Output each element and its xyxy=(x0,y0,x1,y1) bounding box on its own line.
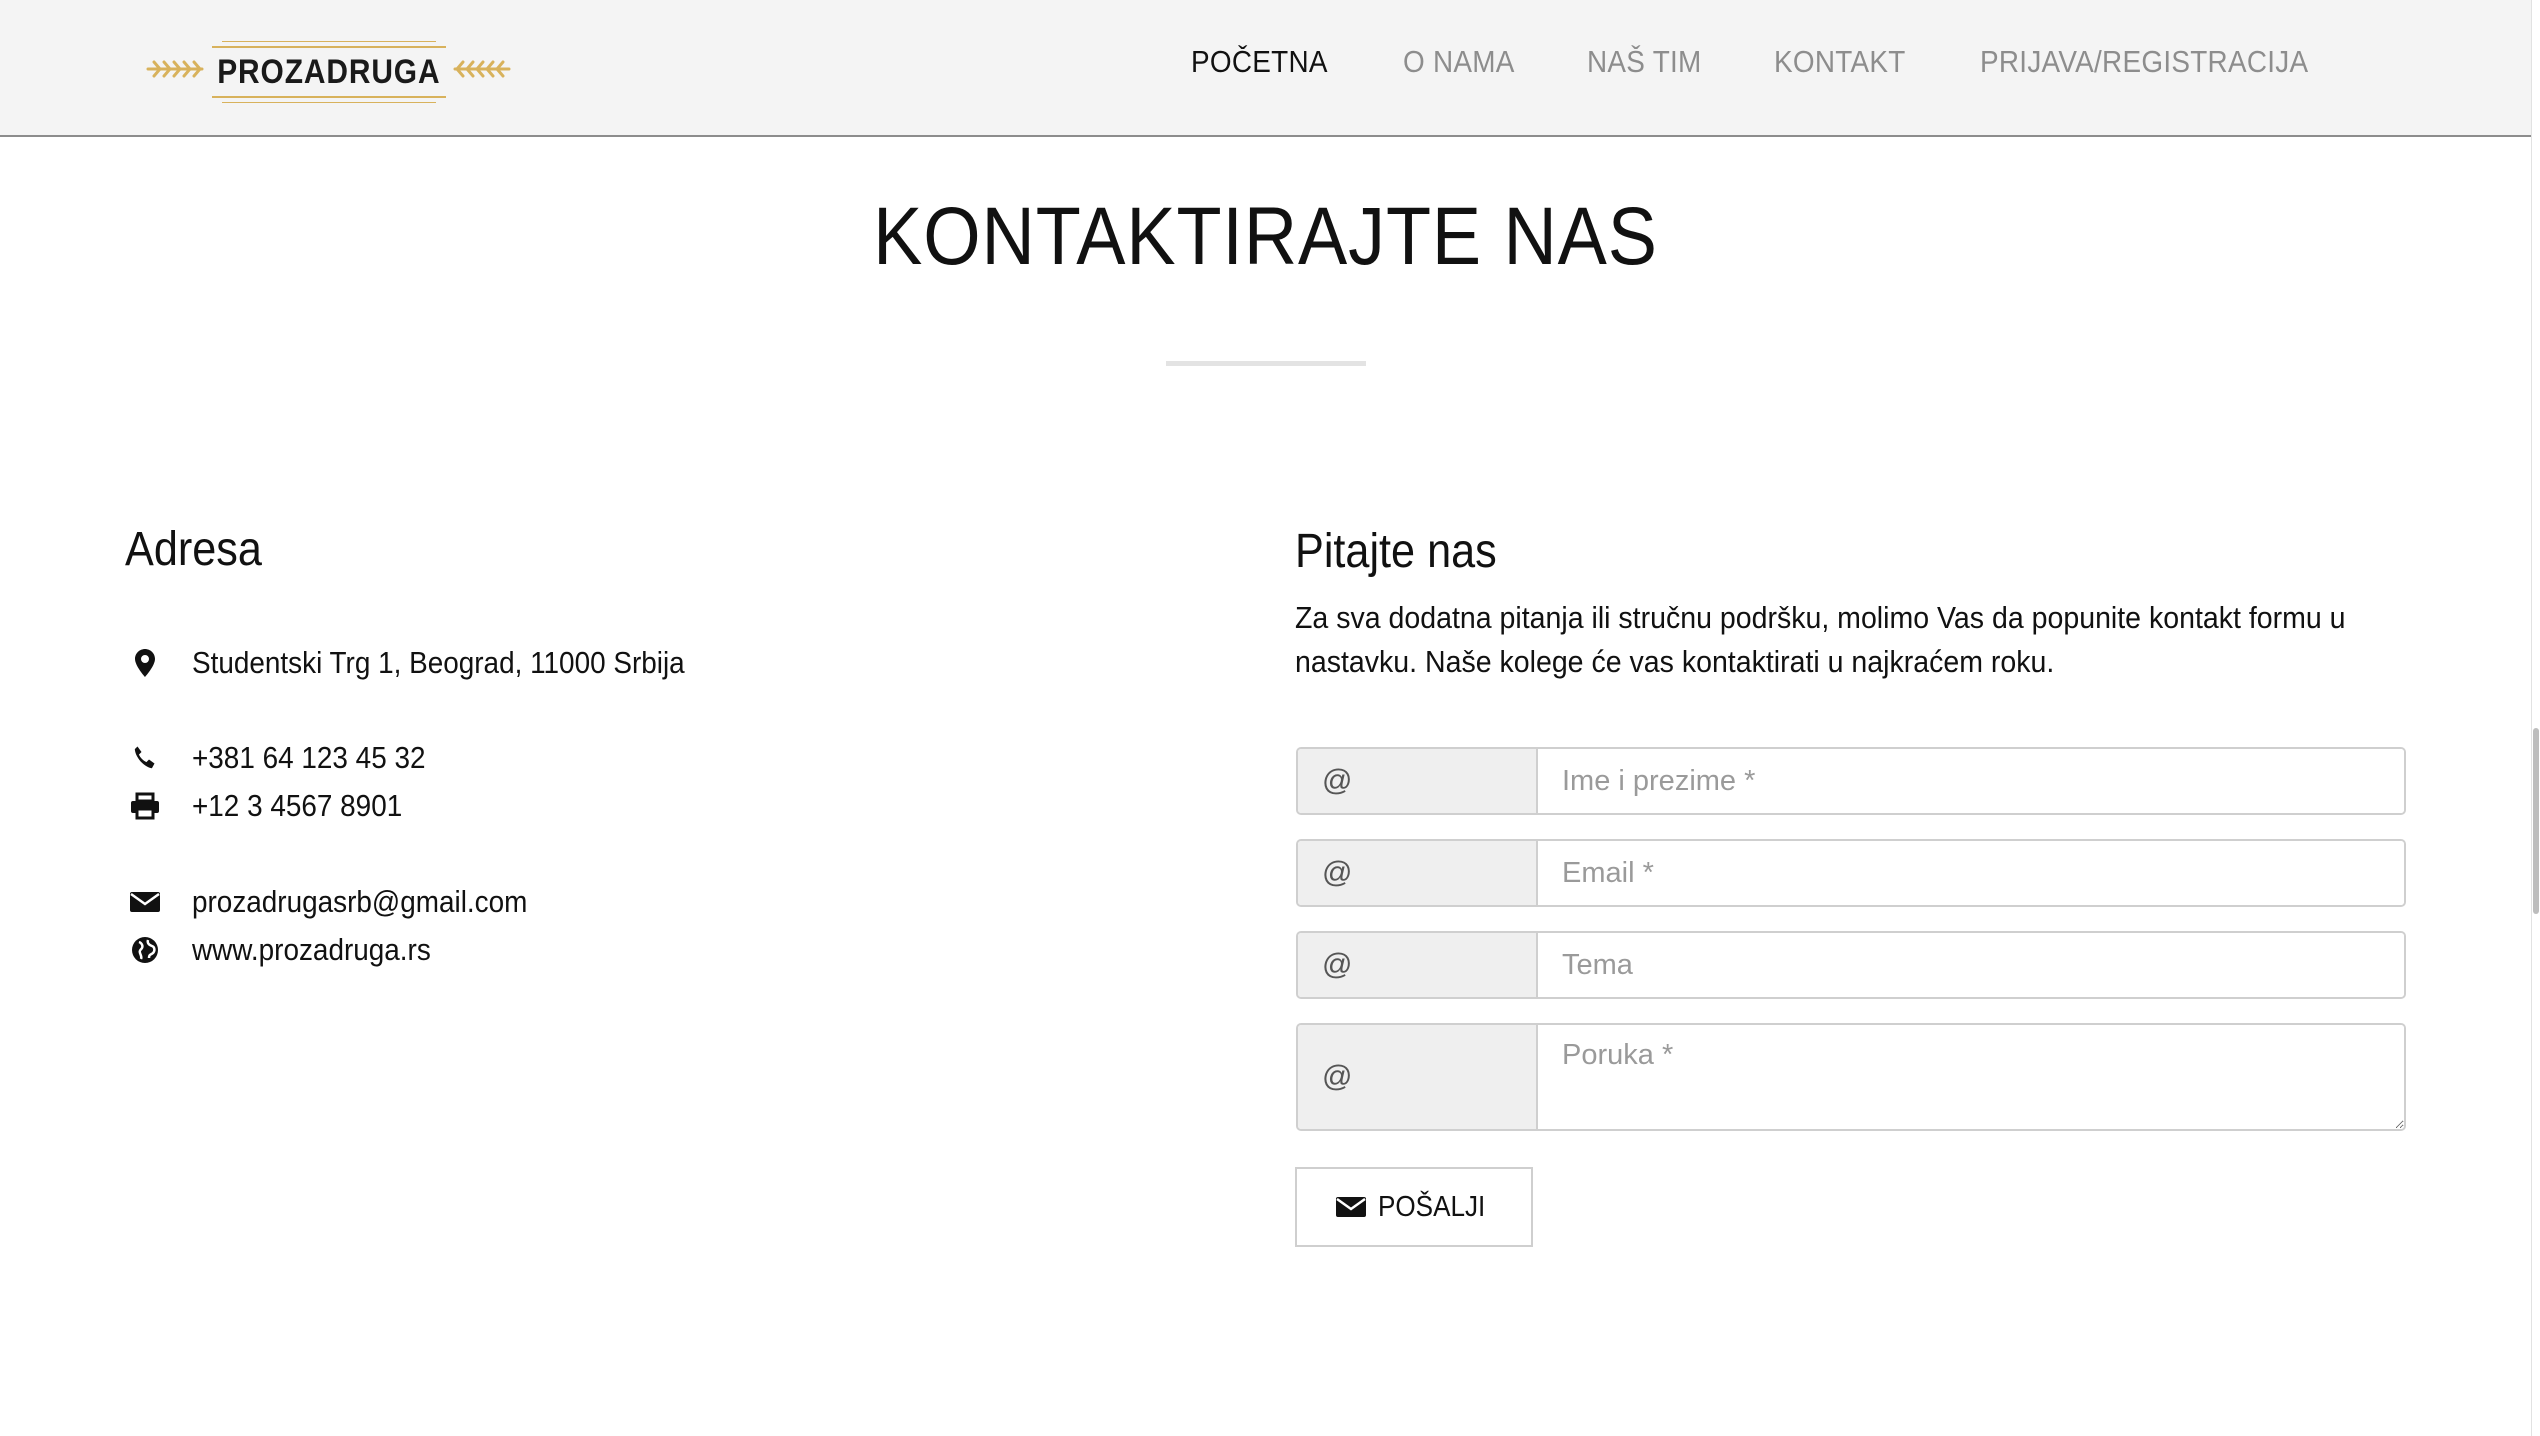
contact-form-heading: Pitajte nas xyxy=(1295,525,1497,578)
contact-form-description: Za sva dodatna pitanja ili stručnu podrš… xyxy=(1295,600,2346,679)
fax-text: +12 3 4567 8901 xyxy=(192,788,403,823)
address-text: Studentski Trg 1, Beograd, 11000 Srbija xyxy=(192,645,685,680)
subject-field-addon: @ xyxy=(1298,933,1538,997)
name-input[interactable] xyxy=(1538,749,2404,813)
nav-item-kontakt[interactable]: KONTAKT xyxy=(1774,44,1906,80)
address-row: Studentski Trg 1, Beograd, 11000 Srbija xyxy=(128,643,739,683)
logo-frame: PROZADRUGA xyxy=(212,41,446,103)
title-divider xyxy=(1166,361,1366,366)
send-button[interactable]: POŠALJI xyxy=(1295,1167,1533,1247)
wheat-right-icon xyxy=(453,60,511,78)
website-row: www.prozadruga.rs xyxy=(128,930,457,970)
nav-item-nas-tim[interactable]: NAŠ TIM xyxy=(1587,44,1702,80)
email-row: prozadrugasrb@gmail.com xyxy=(128,882,565,922)
email-field-addon: @ xyxy=(1298,841,1538,905)
email-input[interactable] xyxy=(1538,841,2404,905)
envelope-icon xyxy=(1336,1197,1367,1217)
logo-text: PROZADRUGA xyxy=(217,52,441,91)
address-heading: Adresa xyxy=(125,523,262,576)
phone-text: +381 64 123 45 32 xyxy=(192,740,426,775)
message-field-addon: @ xyxy=(1298,1025,1538,1129)
subject-field-group: @ xyxy=(1296,931,2406,999)
email-text[interactable]: prozadrugasrb@gmail.com xyxy=(192,884,527,920)
site-header: PROZADRUGA POČETNA O NAMA NAŠ TIM KONTAK… xyxy=(0,0,2531,137)
map-marker-icon xyxy=(128,646,162,680)
nav-item-pocetna[interactable]: POČETNA xyxy=(1191,44,1328,80)
envelope-icon xyxy=(128,885,162,919)
wheat-left-icon xyxy=(146,60,204,78)
subject-input[interactable] xyxy=(1538,933,2404,997)
main-nav: POČETNA O NAMA NAŠ TIM KONTAKT PRIJAVA/R… xyxy=(1191,44,2345,80)
nav-item-prijava-registracija[interactable]: PRIJAVA/REGISTRACIJA xyxy=(1980,44,2308,80)
site-logo[interactable]: PROZADRUGA xyxy=(146,40,511,104)
name-field-addon: @ xyxy=(1298,749,1538,813)
send-button-label: POŠALJI xyxy=(1378,1190,1486,1223)
nav-item-o-nama[interactable]: O NAMA xyxy=(1403,44,1515,80)
scrollbar-thumb[interactable] xyxy=(2533,728,2539,914)
website-link[interactable]: www.prozadruga.rs xyxy=(192,932,431,968)
scrollbar[interactable] xyxy=(2531,0,2540,1436)
message-textarea[interactable] xyxy=(1538,1025,2404,1129)
printer-icon xyxy=(128,789,162,823)
email-field-group: @ xyxy=(1296,839,2406,907)
page-title: KONTAKTIRAJTE NAS xyxy=(873,191,1658,282)
name-field-group: @ xyxy=(1296,747,2406,815)
phone-row: +381 64 123 45 32 xyxy=(128,738,451,778)
fax-row: +12 3 4567 8901 xyxy=(128,786,426,826)
globe-icon xyxy=(128,933,162,967)
message-field-group: @ xyxy=(1296,1023,2406,1131)
phone-icon xyxy=(128,741,162,775)
